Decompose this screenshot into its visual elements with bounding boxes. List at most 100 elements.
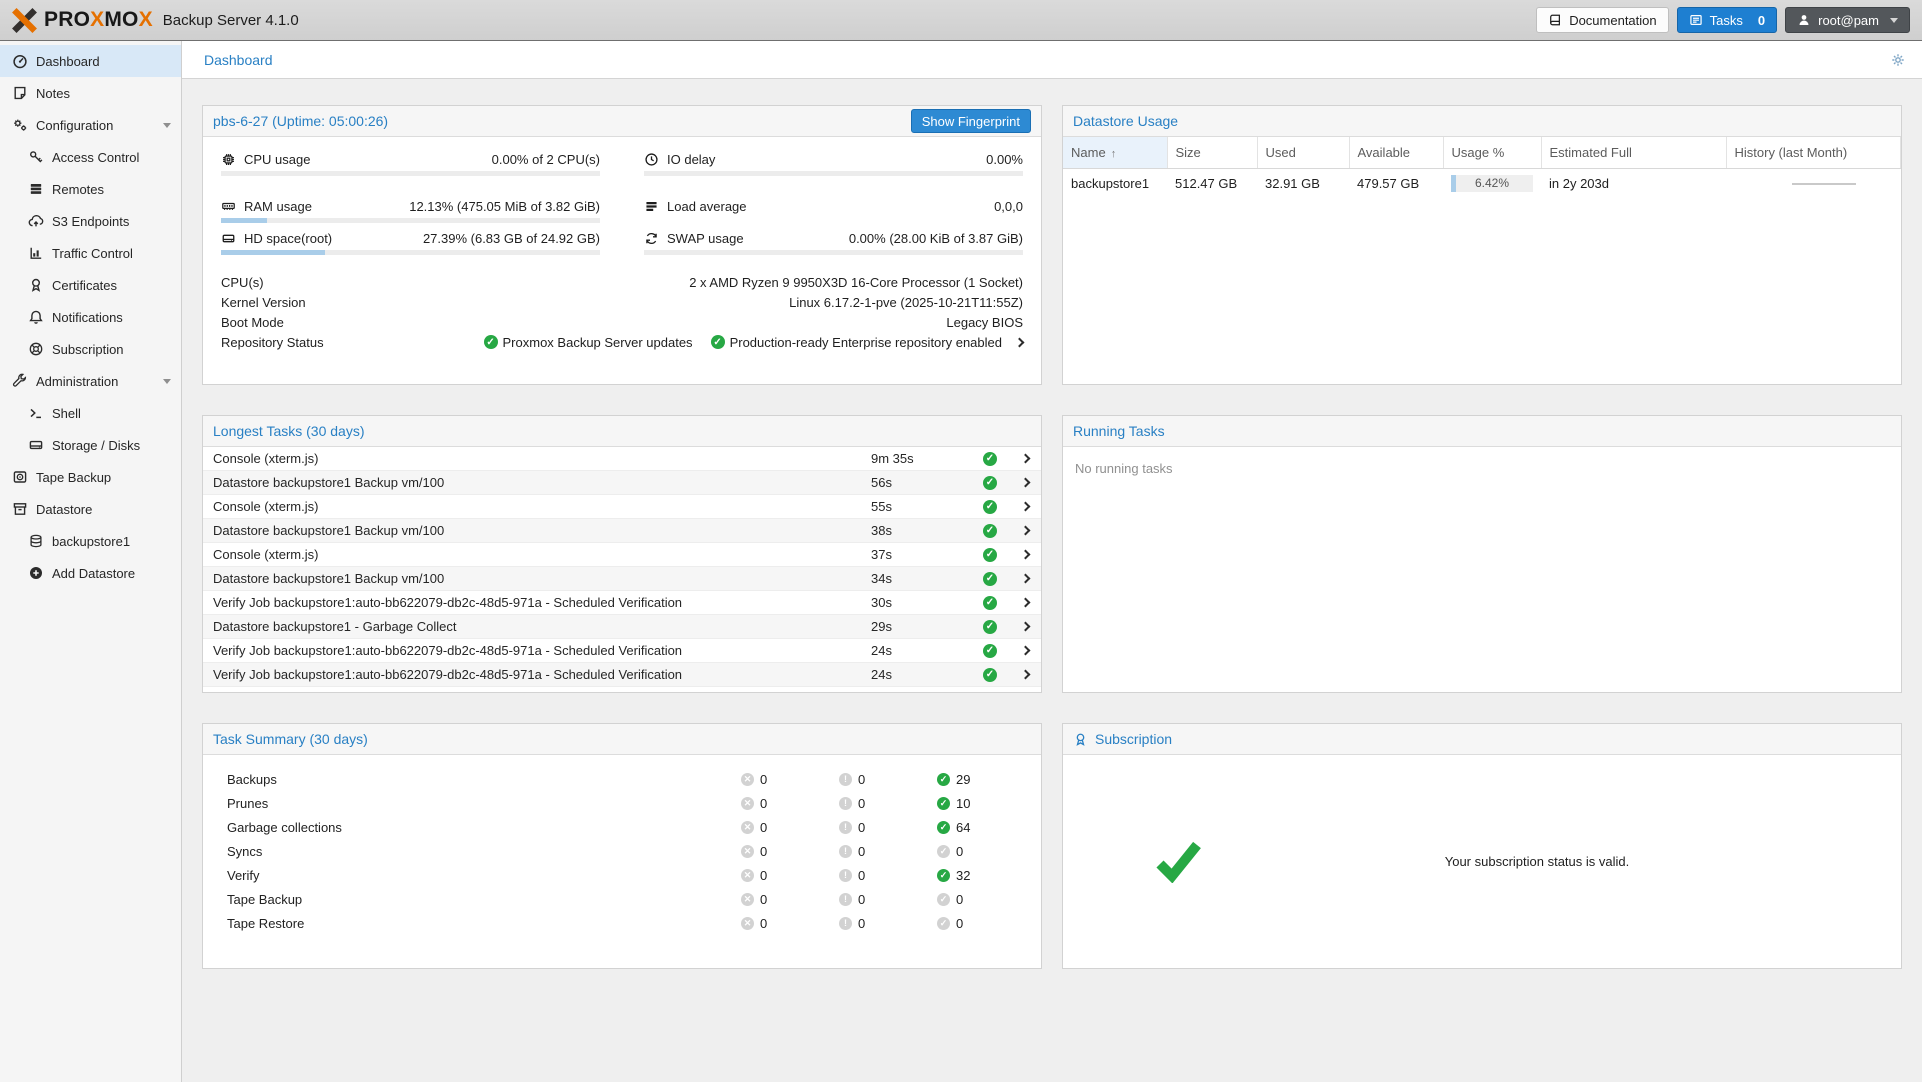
task-row[interactable]: Verify Job backupstore1:auto-bb622079-db… [203, 591, 1041, 615]
subscription-status-text: Your subscription status is valid. [1203, 854, 1871, 869]
check-circle-icon [983, 596, 997, 610]
sidebar-item-notes[interactable]: Notes [0, 77, 181, 109]
summary-row-tape-backup: Tape Backup000 [203, 887, 1041, 911]
sidebar-item-backupstore1[interactable]: backupstore1 [0, 525, 181, 557]
warning-circle-icon [839, 797, 852, 810]
host-status-panel: pbs-6-27 (Uptime: 05:00:26) Show Fingerp… [202, 105, 1042, 385]
task-row[interactable]: Console (xterm.js)55s [203, 495, 1041, 519]
column-header-name[interactable]: Name↑ [1063, 137, 1167, 168]
chevron-right-icon[interactable] [1020, 478, 1030, 488]
task-row[interactable]: Datastore backupstore1 Backup vm/10056s [203, 471, 1041, 495]
column-header-used[interactable]: Used [1257, 137, 1349, 168]
sidebar-item-s3-endpoints[interactable]: S3 Endpoints [0, 205, 181, 237]
chevron-right-icon[interactable] [1020, 454, 1030, 464]
task-row[interactable]: Datastore backupstore1 Backup vm/10034s [203, 567, 1041, 591]
server-rows-icon [28, 181, 44, 197]
documentation-button[interactable]: Documentation [1536, 7, 1668, 33]
user-menu-button[interactable]: root@pam [1785, 7, 1910, 33]
swap-refresh-icon [644, 231, 659, 246]
chevron-right-icon[interactable] [1015, 337, 1025, 347]
chevron-right-icon[interactable] [1020, 550, 1030, 560]
warning-circle-icon [839, 821, 852, 834]
ok-circle-icon [937, 869, 950, 882]
kernel-version-row: Kernel VersionLinux 6.17.2-1-pve (2025-1… [221, 292, 1023, 312]
column-header-estimated-full[interactable]: Estimated Full [1541, 137, 1726, 168]
plus-circle-icon [28, 565, 44, 581]
datastore-usage-cell: 6.42% [1443, 168, 1541, 199]
bars-icon [644, 199, 659, 214]
collapse-arrow-icon[interactable] [163, 379, 171, 384]
product-title: Backup Server 4.1.0 [163, 12, 299, 29]
warning-circle-icon [839, 869, 852, 882]
sidebar-item-administration[interactable]: Administration [0, 365, 181, 397]
task-row[interactable]: Console (xterm.js)9m 35s [203, 447, 1041, 471]
chevron-right-icon[interactable] [1020, 622, 1030, 632]
datastore-row[interactable]: backupstore1 512.47 GB 32.91 GB 479.57 G… [1063, 168, 1901, 199]
sidebar-item-configuration[interactable]: Configuration [0, 109, 181, 141]
sidebar-item-remotes[interactable]: Remotes [0, 173, 181, 205]
task-row[interactable]: Verify Job backupstore1:auto-bb622079-db… [203, 639, 1041, 663]
check-circle-icon [983, 548, 997, 562]
chevron-right-icon[interactable] [1020, 646, 1030, 656]
chevron-down-icon [1890, 18, 1898, 23]
sidebar-item-certificates[interactable]: Certificates [0, 269, 181, 301]
longest-tasks-panel: Longest Tasks (30 days) Console (xterm.j… [202, 415, 1042, 693]
sidebar-item-dashboard[interactable]: Dashboard [0, 45, 181, 77]
note-icon [12, 85, 28, 101]
no-running-tasks-text: No running tasks [1063, 447, 1901, 490]
check-circle-icon [983, 620, 997, 634]
page-title: Dashboard [204, 52, 273, 68]
summary-row-garbage-collections: Garbage collections0064 [203, 815, 1041, 839]
sidebar-item-storage-disks[interactable]: Storage / Disks [0, 429, 181, 461]
sidebar-item-add-datastore[interactable]: Add Datastore [0, 557, 181, 589]
dashboard-settings-gear-icon[interactable] [1890, 52, 1906, 68]
load-average-stat: Load average0,0,0 [644, 196, 1023, 223]
user-icon [1797, 13, 1811, 27]
tasks-button[interactable]: Tasks 0 [1677, 7, 1777, 33]
sidebar-item-datastore[interactable]: Datastore [0, 493, 181, 525]
ok-circle-icon [937, 845, 950, 858]
chevron-right-icon[interactable] [1020, 598, 1030, 608]
check-circle-icon [983, 500, 997, 514]
collapse-arrow-icon[interactable] [163, 123, 171, 128]
column-header-history[interactable]: History (last Month) [1726, 137, 1901, 168]
cpu-usage-bar [221, 171, 600, 176]
task-row[interactable]: Verify Job backupstore1:auto-bb622079-db… [203, 663, 1041, 687]
sidebar-item-traffic-control[interactable]: Traffic Control [0, 237, 181, 269]
check-circle-icon [983, 452, 997, 466]
error-circle-icon [741, 917, 754, 930]
column-header-usage-pct[interactable]: Usage % [1443, 137, 1541, 168]
datastore-estimated-full-cell: in 2y 203d [1541, 168, 1726, 199]
tape-icon [12, 469, 28, 485]
sort-ascending-icon: ↑ [1111, 148, 1117, 160]
chevron-right-icon[interactable] [1020, 574, 1030, 584]
big-check-icon [1155, 841, 1203, 883]
running-tasks-title: Running Tasks [1073, 423, 1165, 439]
sidebar-item-tape-backup[interactable]: Tape Backup [0, 461, 181, 493]
column-header-size[interactable]: Size [1167, 137, 1257, 168]
sidebar-item-subscription[interactable]: Subscription [0, 333, 181, 365]
check-circle-icon [983, 524, 997, 538]
host-panel-title: pbs-6-27 (Uptime: 05:00:26) [213, 113, 388, 129]
task-summary-list: Backups0029 Prunes0010 Garbage collectio… [203, 755, 1041, 968]
gauge-icon [12, 53, 28, 69]
sidebar-item-shell[interactable]: Shell [0, 397, 181, 429]
task-row[interactable]: Console (xterm.js)37s [203, 543, 1041, 567]
datastore-usage-title: Datastore Usage [1073, 113, 1178, 129]
summary-row-prunes: Prunes0010 [203, 791, 1041, 815]
error-circle-icon [741, 893, 754, 906]
chevron-right-icon[interactable] [1020, 502, 1030, 512]
chevron-right-icon[interactable] [1020, 526, 1030, 536]
gears-icon [12, 117, 28, 133]
sidebar-item-notifications[interactable]: Notifications [0, 301, 181, 333]
chevron-right-icon[interactable] [1020, 670, 1030, 680]
task-row[interactable]: Datastore backupstore1 Backup vm/10038s [203, 519, 1041, 543]
life-ring-icon [28, 341, 44, 357]
column-header-available[interactable]: Available [1349, 137, 1443, 168]
sidebar-item-access-control[interactable]: Access Control [0, 141, 181, 173]
io-delay-gauge: IO delay0.00% [644, 149, 1023, 176]
archive-icon [12, 501, 28, 517]
show-fingerprint-button[interactable]: Show Fingerprint [911, 109, 1031, 133]
task-row[interactable]: Datastore backupstore1 - Garbage Collect… [203, 615, 1041, 639]
memory-icon [221, 199, 236, 214]
